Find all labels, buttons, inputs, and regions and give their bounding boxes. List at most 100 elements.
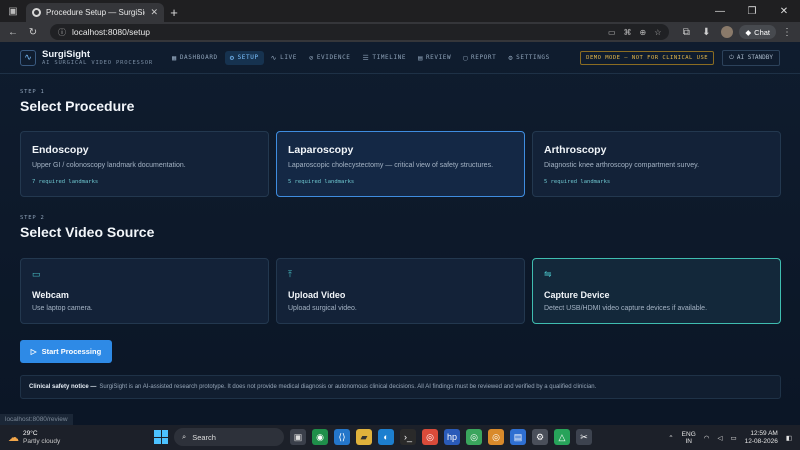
source-card-capture-device[interactable]: ⇋ Capture Device Detect USB/HDMI video c…: [532, 258, 781, 324]
back-icon[interactable]: ←: [4, 23, 22, 41]
tab-title: Procedure Setup — SurgiSight: [46, 8, 146, 17]
browser-menu-icon[interactable]: ⋮: [778, 23, 796, 41]
chrome-icon[interactable]: ◎: [422, 429, 438, 445]
demo-mode-badge: DEMO MODE — NOT FOR CLINICAL USE: [580, 50, 715, 65]
bookmark-star-icon[interactable]: ☆: [654, 28, 661, 37]
taskbar-search[interactable]: ⌕ Search: [174, 428, 284, 446]
browser-tab-active[interactable]: Procedure Setup — SurgiSight ✕: [26, 3, 164, 22]
nav-live[interactable]: ∿ LIVE: [266, 51, 302, 65]
ai-status-label: AI STANDBY: [736, 54, 773, 61]
close-tab-icon[interactable]: ✕: [150, 7, 158, 18]
nav-report[interactable]: ▢ REPORT: [458, 51, 501, 65]
card-description: Diagnostic knee arthroscopy compartment …: [544, 162, 700, 169]
address-url: localhost:8080/setup: [72, 27, 150, 37]
file-explorer-icon[interactable]: ▰: [356, 429, 372, 445]
card-title: Upload Video: [288, 290, 346, 300]
search-label: Search: [192, 432, 216, 442]
notice-text: SurgiSight is an AI-assisted research pr…: [99, 384, 597, 390]
nav-timeline[interactable]: ☰ TIMELINE: [358, 51, 412, 65]
cast-icon[interactable]: ▭: [608, 28, 616, 37]
start-button-label: Start Processing: [41, 347, 102, 356]
chrome-alt-icon[interactable]: ◎: [488, 429, 504, 445]
wifi-icon[interactable]: ◠: [704, 434, 710, 442]
nav-label: LIVE: [280, 54, 297, 61]
address-bar[interactable]: ⓘ localhost:8080/setup ▭ ⌘ ⊕ ☆: [50, 24, 670, 40]
vscode-icon[interactable]: ⟨⟩: [334, 429, 350, 445]
start-processing-button[interactable]: ▷ Start Processing: [20, 340, 112, 363]
battery-icon[interactable]: ▭: [730, 434, 736, 442]
card-description: Use laptop camera.: [32, 305, 93, 312]
nav-settings[interactable]: ⚙ SETTINGS: [503, 51, 555, 65]
drive-icon[interactable]: △: [554, 429, 570, 445]
nav-review[interactable]: ▤ REVIEW: [413, 51, 456, 65]
downloads-icon[interactable]: ⬇: [697, 23, 715, 41]
edge-icon[interactable]: ◐: [378, 429, 394, 445]
procedure-card-laparoscopy[interactable]: Laparoscopy Laparoscopic cholecystectomy…: [276, 131, 525, 197]
nav-dashboard[interactable]: ▦ DASHBOARD: [167, 51, 223, 65]
clip-icon: ⊘: [308, 53, 314, 62]
hp-icon[interactable]: hp: [444, 429, 460, 445]
report-icon: ▢: [463, 53, 469, 62]
favicon-icon: [32, 8, 41, 17]
tray-chevron-icon[interactable]: ⌃: [668, 434, 673, 442]
language-indicator[interactable]: ENG IN: [682, 431, 696, 445]
grid-icon: ▦: [172, 53, 177, 62]
procedure-card-arthroscopy[interactable]: Arthroscopy Diagnostic knee arthroscopy …: [532, 131, 781, 197]
chat-button[interactable]: ◆ Chat: [739, 25, 776, 39]
zoom-icon[interactable]: ⊕: [640, 28, 647, 37]
nav-label: SETTINGS: [516, 54, 550, 61]
card-title: Laparoscopy: [288, 144, 354, 156]
maximize-icon[interactable]: ❐: [736, 0, 768, 22]
card-landmarks: 7 required landmarks: [32, 179, 99, 185]
translate-icon[interactable]: ⌘: [624, 28, 632, 37]
app-icon[interactable]: ▤: [510, 429, 526, 445]
task-view-icon[interactable]: ▣: [290, 429, 306, 445]
terminal-icon[interactable]: ›_: [400, 429, 416, 445]
whatsapp-icon[interactable]: ◉: [312, 429, 328, 445]
profile-avatar[interactable]: [721, 26, 734, 38]
chat-label: Chat: [754, 27, 770, 37]
timeline-icon: ☰: [362, 53, 370, 62]
gear-icon: ⚙: [229, 53, 235, 62]
tab-search-icon[interactable]: ▣: [0, 0, 26, 22]
procedure-card-endoscopy[interactable]: Endoscopy Upper GI / colonoscopy landmar…: [20, 131, 269, 197]
new-tab-button[interactable]: +: [164, 3, 184, 22]
minimize-icon[interactable]: —: [704, 0, 736, 22]
step2-title: Select Video Source: [20, 224, 155, 240]
start-button[interactable]: [154, 430, 168, 444]
site-info-icon[interactable]: ⓘ: [58, 27, 66, 38]
status-url-preview: localhost:8080/review: [0, 414, 73, 425]
reload-icon[interactable]: ↻: [24, 23, 42, 41]
nav-label: REVIEW: [425, 54, 452, 61]
card-title: Endoscopy: [32, 144, 89, 156]
card-description: Upload surgical video.: [288, 305, 357, 312]
chrome-profile-icon[interactable]: ◎: [466, 429, 482, 445]
close-window-icon[interactable]: ✕: [768, 0, 800, 22]
app-navbar: ∿ SurgiSight AI SURGICAL VIDEO PROCESSOR…: [0, 42, 800, 74]
nav-label: TIMELINE: [372, 54, 407, 61]
clock[interactable]: 12:59 AM 12-08-2026: [745, 430, 778, 446]
card-description: Laparoscopic cholecystectomy — critical …: [288, 162, 494, 169]
source-card-webcam[interactable]: ▭ Webcam Use laptop camera.: [20, 258, 269, 324]
nav-setup[interactable]: ⚙ SETUP: [224, 50, 264, 65]
snip-icon[interactable]: ✂: [576, 429, 592, 445]
brand[interactable]: ∿ SurgiSight AI SURGICAL VIDEO PROCESSOR: [20, 49, 153, 66]
notification-icon[interactable]: ◧: [786, 434, 792, 442]
capture-icon: ⇋: [544, 269, 552, 279]
lang-top: ENG: [681, 430, 696, 438]
weather-widget[interactable]: ☁ 29°C Partly cloudy: [0, 430, 120, 446]
app-root: ∿ SurgiSight AI SURGICAL VIDEO PROCESSOR…: [0, 42, 800, 425]
review-icon: ▤: [418, 53, 423, 62]
extensions-icon[interactable]: ⧉: [677, 23, 695, 41]
weather-temp: 29°C: [23, 429, 38, 437]
volume-icon[interactable]: ◁: [717, 434, 722, 442]
taskbar-center: ⌕ Search ▣ ◉ ⟨⟩ ▰ ◐ ›_ ◎ hp ◎ ◎ ▤ ⚙ △ ✂: [154, 428, 592, 446]
source-card-upload[interactable]: ⤒ Upload Video Upload surgical video.: [276, 258, 525, 324]
weather-condition: Partly cloudy: [23, 437, 61, 445]
clock-date: 12-08-2026: [744, 437, 778, 445]
settings-app-icon[interactable]: ⚙: [532, 429, 548, 445]
pulse-icon: ∿: [270, 53, 278, 62]
nav-label: EVIDENCE: [316, 54, 351, 61]
nav-evidence[interactable]: ⊘ EVIDENCE: [304, 51, 356, 65]
camera-icon: ▭: [32, 269, 41, 279]
